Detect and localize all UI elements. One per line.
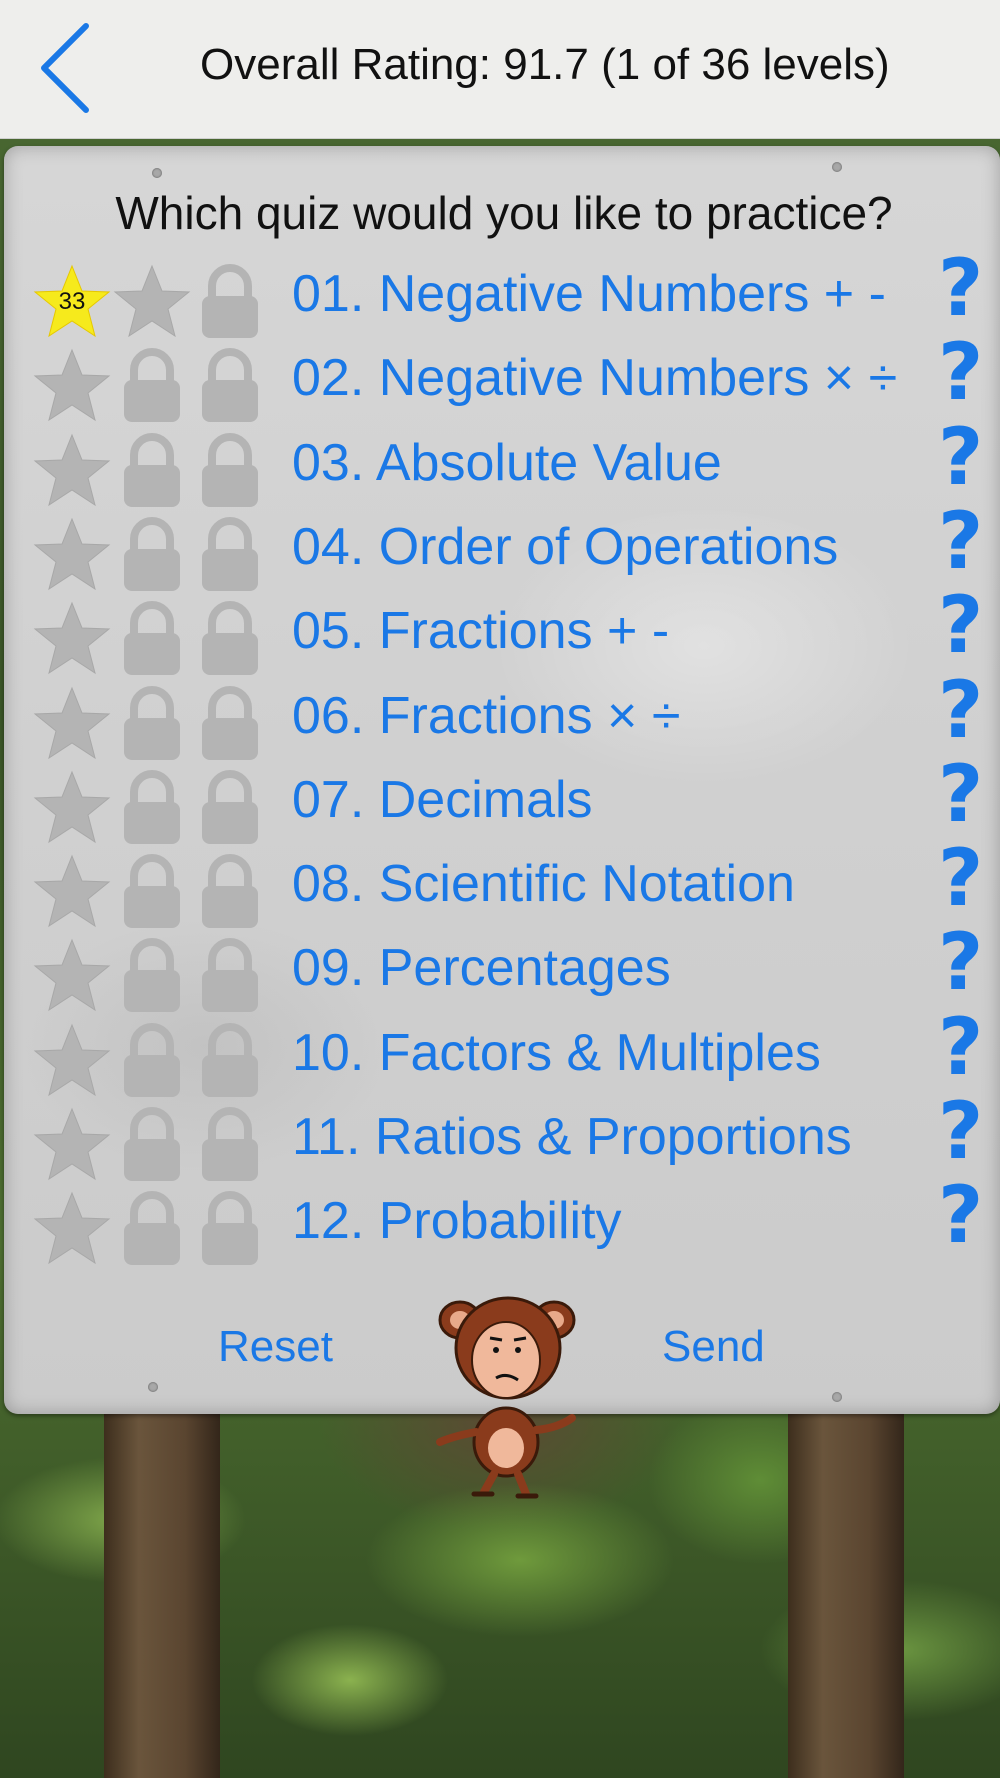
- lock-icon: [190, 1105, 270, 1185]
- lock-icon: [190, 515, 270, 595]
- sign-post-right: [788, 1414, 904, 1778]
- screw-icon: [148, 1382, 158, 1392]
- quiz-link[interactable]: 04. Order of Operations: [292, 517, 838, 577]
- quiz-row[interactable]: 12. Probability?: [0, 1177, 1000, 1269]
- lock-icon: [112, 1105, 192, 1185]
- screw-icon: [832, 162, 842, 172]
- gray-star-icon: [32, 1189, 112, 1269]
- quiz-link[interactable]: 11. Ratios & Proportions: [292, 1107, 852, 1167]
- gold-star-icon: 33: [32, 262, 112, 342]
- help-question-icon[interactable]: ?: [938, 334, 983, 412]
- gray-star-icon: [32, 684, 112, 764]
- top-bar: Overall Rating: 91.7 (1 of 36 levels): [0, 0, 1000, 139]
- gray-star-icon: [32, 599, 112, 679]
- quiz-link[interactable]: 06. Fractions × ÷: [292, 686, 680, 746]
- help-question-icon[interactable]: ?: [938, 250, 983, 328]
- quiz-prompt: Which quiz would you like to practice?: [115, 187, 893, 239]
- lock-icon: [190, 852, 270, 932]
- quiz-link[interactable]: 08. Scientific Notation: [292, 854, 795, 914]
- help-question-icon[interactable]: ?: [938, 924, 983, 1002]
- quiz-link[interactable]: 10. Factors & Multiples: [292, 1023, 821, 1083]
- help-question-icon[interactable]: ?: [938, 419, 983, 497]
- quiz-row[interactable]: 04. Order of Operations?: [0, 503, 1000, 595]
- quiz-link[interactable]: 03. Absolute Value: [292, 433, 722, 493]
- lock-icon: [112, 346, 192, 426]
- lock-icon: [112, 936, 192, 1016]
- chevron-left-icon: [41, 23, 89, 113]
- quiz-row[interactable]: 03. Absolute Value?: [0, 419, 1000, 511]
- help-question-icon[interactable]: ?: [938, 587, 983, 665]
- lock-icon: [190, 431, 270, 511]
- back-button[interactable]: [30, 18, 100, 118]
- send-button[interactable]: Send: [662, 1322, 765, 1372]
- lock-icon: [190, 599, 270, 679]
- star-score-badge: 33: [58, 288, 86, 315]
- help-question-icon[interactable]: ?: [938, 503, 983, 581]
- help-question-icon[interactable]: ?: [938, 840, 983, 918]
- quiz-row[interactable]: 08. Scientific Notation?: [0, 840, 1000, 932]
- quiz-link[interactable]: 05. Fractions + -: [292, 601, 669, 661]
- help-question-icon[interactable]: ?: [938, 756, 983, 834]
- lock-icon: [112, 1021, 192, 1101]
- help-question-icon[interactable]: ?: [938, 672, 983, 750]
- lock-icon: [190, 346, 270, 426]
- quiz-row[interactable]: 10. Factors & Multiples?: [0, 1009, 1000, 1101]
- gray-star-icon: [32, 936, 112, 1016]
- lock-icon: [112, 852, 192, 932]
- gray-star-icon: [32, 431, 112, 511]
- monkey-mascot: [436, 1296, 576, 1499]
- lock-icon: [190, 1189, 270, 1269]
- quiz-row[interactable]: 11. Ratios & Proportions?: [0, 1093, 1000, 1185]
- lock-icon: [112, 515, 192, 595]
- lock-icon: [190, 768, 270, 848]
- quiz-row[interactable]: 06. Fractions × ÷?: [0, 672, 1000, 764]
- gray-star-icon: [32, 515, 112, 595]
- screw-icon: [832, 1392, 842, 1402]
- quiz-link[interactable]: 09. Percentages: [292, 938, 671, 998]
- quiz-row[interactable]: 33 01. Negative Numbers + -?: [0, 250, 1000, 342]
- help-question-icon[interactable]: ?: [938, 1093, 983, 1171]
- quiz-row[interactable]: 05. Fractions + -?: [0, 587, 1000, 679]
- gray-star-icon: [32, 1105, 112, 1185]
- gray-star-icon: [112, 262, 192, 342]
- gray-star-icon: [32, 346, 112, 426]
- lock-icon: [190, 262, 270, 342]
- lock-icon: [190, 936, 270, 1016]
- quiz-row[interactable]: 07. Decimals?: [0, 756, 1000, 848]
- quiz-row[interactable]: 09. Percentages?: [0, 924, 1000, 1016]
- quiz-link[interactable]: 02. Negative Numbers × ÷: [292, 348, 897, 408]
- lock-icon: [112, 431, 192, 511]
- help-question-icon[interactable]: ?: [938, 1009, 983, 1087]
- overall-rating-title: Overall Rating: 91.7 (1 of 36 levels): [200, 40, 890, 89]
- quiz-link[interactable]: 01. Negative Numbers + -: [292, 264, 886, 324]
- lock-icon: [190, 1021, 270, 1101]
- quiz-link[interactable]: 07. Decimals: [292, 770, 593, 830]
- lock-icon: [112, 599, 192, 679]
- gray-star-icon: [32, 768, 112, 848]
- lock-icon: [112, 684, 192, 764]
- lock-icon: [190, 684, 270, 764]
- help-question-icon[interactable]: ?: [938, 1177, 983, 1255]
- quiz-row[interactable]: 02. Negative Numbers × ÷?: [0, 334, 1000, 426]
- quiz-link[interactable]: 12. Probability: [292, 1191, 622, 1251]
- lock-icon: [112, 768, 192, 848]
- lock-icon: [112, 1189, 192, 1269]
- sign-post-left: [104, 1414, 220, 1778]
- gray-star-icon: [32, 1021, 112, 1101]
- reset-button[interactable]: Reset: [218, 1322, 333, 1372]
- gray-star-icon: [32, 852, 112, 932]
- screw-icon: [152, 168, 162, 178]
